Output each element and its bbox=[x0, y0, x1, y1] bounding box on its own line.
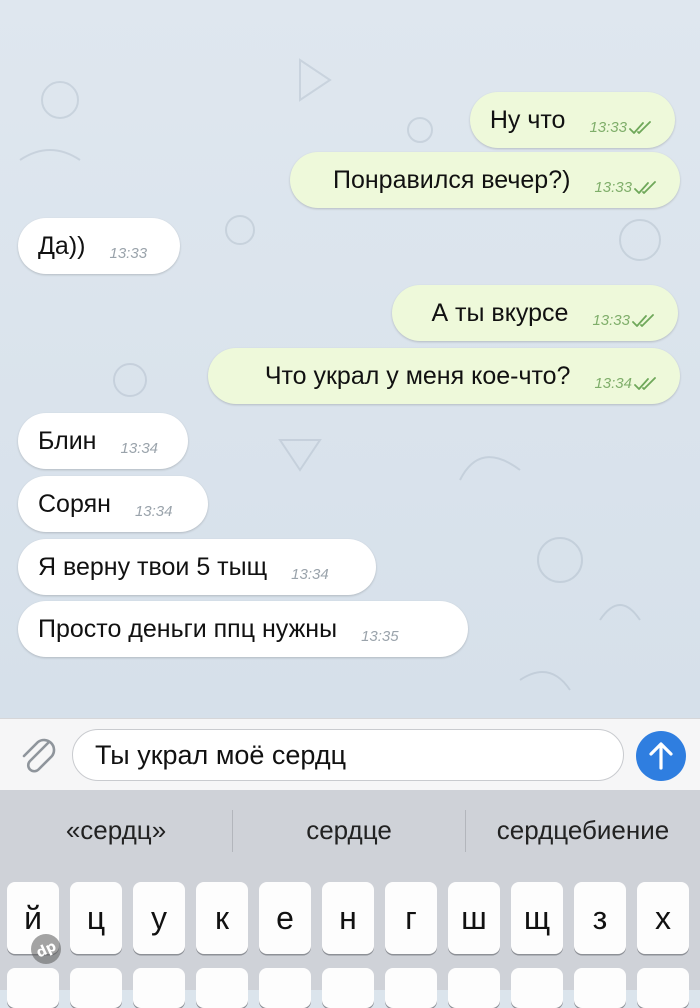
key-partial[interactable] bbox=[322, 968, 374, 1008]
double-check-icon bbox=[634, 180, 656, 194]
key[interactable]: з bbox=[574, 882, 626, 954]
message-input[interactable]: Ты украл моё сердц bbox=[72, 729, 624, 781]
key-partial[interactable] bbox=[196, 968, 248, 1008]
arrow-up-icon bbox=[649, 742, 673, 770]
key[interactable]: е bbox=[259, 882, 311, 954]
key[interactable]: ц bbox=[70, 882, 122, 954]
suggestion-quoted[interactable]: «сердц» bbox=[0, 790, 232, 870]
key-partial[interactable] bbox=[385, 968, 437, 1008]
message-text: Что украл у меня кое-что? bbox=[264, 361, 571, 390]
message-time-text: 13:33 bbox=[589, 118, 627, 136]
key-partial[interactable] bbox=[7, 968, 59, 1008]
key-partial[interactable] bbox=[511, 968, 563, 1008]
outgoing-message[interactable]: Понравился вечер?) 13:33 bbox=[290, 152, 680, 208]
key[interactable]: ш bbox=[448, 882, 500, 954]
message-time-text: 13:33 bbox=[594, 178, 632, 196]
key[interactable]: г bbox=[385, 882, 437, 954]
paperclip-icon[interactable] bbox=[18, 733, 58, 777]
message-time: 13:33 bbox=[592, 312, 656, 329]
key-partial[interactable] bbox=[259, 968, 311, 1008]
outgoing-message[interactable]: Что украл у меня кое-что? 13:34 bbox=[208, 348, 680, 404]
double-check-icon bbox=[634, 376, 656, 390]
suggestion-bar: «сердц» сердце сердцебиение bbox=[0, 790, 700, 870]
outgoing-message[interactable]: Ну что 13:33 bbox=[470, 92, 675, 148]
send-button[interactable] bbox=[636, 731, 686, 781]
composer-bar: Ты украл моё сердц bbox=[0, 718, 700, 791]
watermark-logo: dp bbox=[31, 934, 61, 964]
incoming-message[interactable]: Сорян 13:34 bbox=[18, 476, 208, 532]
message-time: 13:34 bbox=[135, 503, 173, 520]
suggestion-right[interactable]: сердцебиение bbox=[466, 790, 700, 870]
key-partial[interactable] bbox=[448, 968, 500, 1008]
key-partial[interactable] bbox=[574, 968, 626, 1008]
message-time-text: 13:34 bbox=[120, 439, 159, 457]
message-text: А ты вкурсе bbox=[431, 298, 569, 327]
key[interactable]: щ bbox=[511, 882, 563, 954]
message-text: Сорян bbox=[38, 489, 111, 518]
key-partial[interactable] bbox=[637, 968, 689, 1008]
double-check-icon bbox=[632, 313, 654, 327]
incoming-message[interactable]: Блин 13:34 bbox=[18, 413, 188, 469]
message-time: 13:34 bbox=[291, 566, 329, 583]
message-text: Да)) bbox=[38, 231, 86, 260]
message-time-text: 13:35 bbox=[361, 627, 399, 645]
message-input-text: Ты украл моё сердц bbox=[95, 739, 347, 770]
message-time-text: 13:33 bbox=[109, 244, 148, 262]
message-time-text: 13:33 bbox=[592, 311, 630, 329]
key[interactable]: н bbox=[322, 882, 374, 954]
message-time: 13:34 bbox=[120, 440, 158, 457]
message-time: 13:34 bbox=[594, 375, 658, 392]
message-time: 13:33 bbox=[589, 119, 653, 136]
message-text: Я верну твои 5 тыщ bbox=[38, 552, 268, 581]
message-time: 13:33 bbox=[110, 245, 148, 262]
incoming-message[interactable]: Просто деньги ппц нужны 13:35 bbox=[18, 601, 468, 657]
double-check-icon bbox=[629, 120, 651, 134]
message-text: Просто деньги ппц нужны bbox=[38, 614, 338, 643]
outgoing-message[interactable]: А ты вкурсе 13:33 bbox=[392, 285, 678, 341]
message-time-text: 13:34 bbox=[134, 502, 173, 520]
key-partial[interactable] bbox=[133, 968, 185, 1008]
message-text: Понравился вечер?) bbox=[333, 165, 571, 194]
incoming-message[interactable]: Я верну твои 5 тыщ 13:34 bbox=[18, 539, 376, 595]
message-time: 13:35 bbox=[361, 628, 399, 645]
message-time-text: 13:34 bbox=[594, 374, 632, 392]
key[interactable]: к bbox=[196, 882, 248, 954]
suggestion-middle[interactable]: сердце bbox=[233, 790, 465, 870]
key-partial[interactable] bbox=[70, 968, 122, 1008]
message-time-text: 13:34 bbox=[291, 565, 329, 583]
message-text: Ну что bbox=[489, 105, 566, 134]
message-text: Блин bbox=[38, 426, 97, 455]
message-time: 13:33 bbox=[594, 179, 658, 196]
key[interactable]: х bbox=[637, 882, 689, 954]
keyboard: «сердц» сердце сердцебиение йцукенгшщзх bbox=[0, 790, 700, 1008]
incoming-message[interactable]: Да)) 13:33 bbox=[18, 218, 180, 274]
key[interactable]: у bbox=[133, 882, 185, 954]
